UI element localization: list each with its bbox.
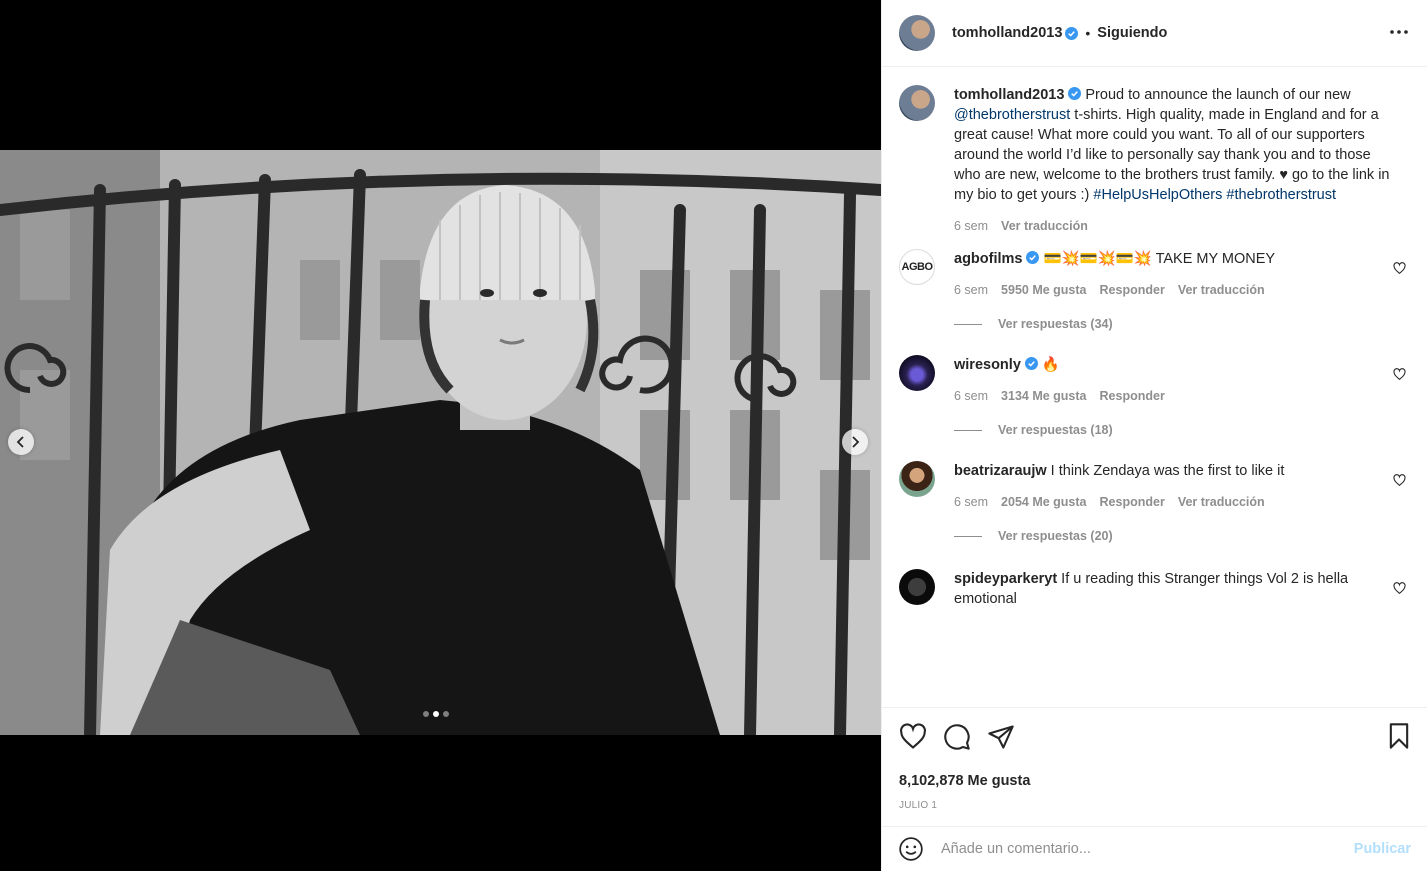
post-photo[interactable] <box>0 150 881 735</box>
commenter-avatar[interactable] <box>899 569 935 605</box>
likes-count[interactable]: 8,102,878 Me gusta <box>899 773 1410 789</box>
caption-mention-link[interactable]: @thebrotherstrust <box>954 107 1070 123</box>
view-replies-label: Ver respuestas (20) <box>998 529 1113 543</box>
commenter-username[interactable]: beatrizaraujw <box>954 463 1047 479</box>
photo-illustration <box>0 150 881 735</box>
comment-item: wiresonly 🔥 6 sem 3134 Me gusta Responder… <box>899 355 1410 437</box>
reply-button[interactable]: Responder <box>1100 495 1165 509</box>
bookmark-icon[interactable] <box>1385 722 1413 750</box>
chevron-right-icon <box>852 436 860 448</box>
like-comment-heart-icon[interactable] <box>1393 368 1406 381</box>
translate-button[interactable]: Ver traducción <box>1178 283 1265 297</box>
caption-text: tomholland2013 Proud to announce the laun… <box>954 85 1398 205</box>
translate-button[interactable]: Ver traducción <box>1001 219 1088 233</box>
emoji-icon[interactable] <box>898 836 924 862</box>
post-viewer: tomholland2013 • Siguiendo tomholland201… <box>0 0 1427 871</box>
translate-button[interactable]: Ver traducción <box>1178 495 1265 509</box>
carousel-dot <box>443 711 449 717</box>
comment-likes[interactable]: 3134 Me gusta <box>1001 389 1086 403</box>
comment-item: beatrizaraujw I think Zendaya was the fir… <box>899 461 1410 543</box>
replies-divider <box>954 429 982 431</box>
caption-avatar[interactable] <box>899 85 935 121</box>
post-actions: 8,102,878 Me gusta JULIO 1 <box>882 707 1427 811</box>
commenter-username[interactable]: agbofilms <box>954 251 1022 267</box>
view-replies-button[interactable]: Ver respuestas (18) <box>954 423 1382 437</box>
separator-dot: • <box>1085 25 1091 41</box>
post-header: tomholland2013 • Siguiendo <box>882 0 1427 67</box>
caption-part1: Proud to announce the launch of our new <box>1085 87 1351 103</box>
carousel-dot <box>423 711 429 717</box>
comment-composer: Publicar <box>882 826 1427 871</box>
comment-text: I think Zendaya was the first to like it <box>1050 463 1285 479</box>
comments-feed[interactable]: tomholland2013 Proud to announce the laun… <box>882 67 1427 707</box>
reply-button[interactable]: Responder <box>1100 389 1165 403</box>
like-comment-heart-icon[interactable] <box>1393 582 1406 595</box>
reply-button[interactable]: Responder <box>1100 283 1165 297</box>
carousel-next-button[interactable] <box>842 429 868 455</box>
view-replies-label: Ver respuestas (18) <box>998 423 1113 437</box>
author-username[interactable]: tomholland2013 <box>952 25 1062 41</box>
hashtag-link[interactable]: #thebrotherstrust <box>1226 187 1336 203</box>
comment-time: 6 sem <box>954 283 989 297</box>
author-avatar[interactable] <box>899 15 935 51</box>
comment-likes[interactable]: 2054 Me gusta <box>1001 495 1086 509</box>
caption-time: 6 sem <box>954 219 989 233</box>
commenter-avatar[interactable]: AGBO <box>899 249 935 285</box>
comment-icon[interactable] <box>943 723 971 751</box>
post-caption: tomholland2013 Proud to announce the laun… <box>899 85 1410 233</box>
verified-icon <box>1024 357 1038 370</box>
caption-meta: 6 sem Ver traducción <box>954 219 1398 233</box>
commenter-username[interactable]: spideyparkeryt <box>954 571 1057 587</box>
verified-icon <box>1026 251 1040 264</box>
comment-item: AGBO agbofilms 💳💥💳💥💳💥 TAKE MY MONEY 6 sem… <box>899 249 1410 331</box>
comment-text: 💳💥💳💥💳💥 TAKE MY MONEY <box>1043 251 1276 267</box>
view-replies-button[interactable]: Ver respuestas (34) <box>954 317 1382 331</box>
comment-time: 6 sem <box>954 389 989 403</box>
caption-username[interactable]: tomholland2013 <box>954 87 1064 103</box>
comment-item: spideyparkeryt If u reading this Stranger… <box>899 569 1410 609</box>
publish-button[interactable]: Publicar <box>1354 841 1411 857</box>
commenter-avatar[interactable] <box>899 355 935 391</box>
carousel-indicator <box>423 711 449 717</box>
share-icon[interactable] <box>987 723 1015 751</box>
post-date: JULIO 1 <box>899 800 938 811</box>
commenter-username[interactable]: wiresonly <box>954 357 1021 373</box>
carousel-dot <box>433 711 439 717</box>
replies-divider <box>954 323 982 325</box>
like-comment-heart-icon[interactable] <box>1393 474 1406 487</box>
comment-time: 6 sem <box>954 495 989 509</box>
carousel-prev-button[interactable] <box>8 429 34 455</box>
media-pane <box>0 0 881 871</box>
view-replies-label: Ver respuestas (34) <box>998 317 1113 331</box>
commenter-avatar[interactable] <box>899 461 935 497</box>
hashtag-link[interactable]: #HelpUsHelpOthers <box>1093 187 1222 203</box>
verified-icon <box>1068 87 1082 100</box>
replies-divider <box>954 535 982 537</box>
more-icon[interactable] <box>1389 22 1409 42</box>
heart-icon[interactable] <box>899 723 927 751</box>
comment-text: 🔥 <box>1041 357 1060 373</box>
verified-icon <box>1065 26 1079 40</box>
post-sidebar: tomholland2013 • Siguiendo tomholland201… <box>881 0 1427 871</box>
comment-likes[interactable]: 5950 Me gusta <box>1001 283 1086 297</box>
view-replies-button[interactable]: Ver respuestas (20) <box>954 529 1382 543</box>
comment-input[interactable] <box>941 841 1354 857</box>
follow-button[interactable]: Siguiendo <box>1097 25 1167 41</box>
like-comment-heart-icon[interactable] <box>1393 262 1406 275</box>
chevron-left-icon <box>16 436 24 448</box>
